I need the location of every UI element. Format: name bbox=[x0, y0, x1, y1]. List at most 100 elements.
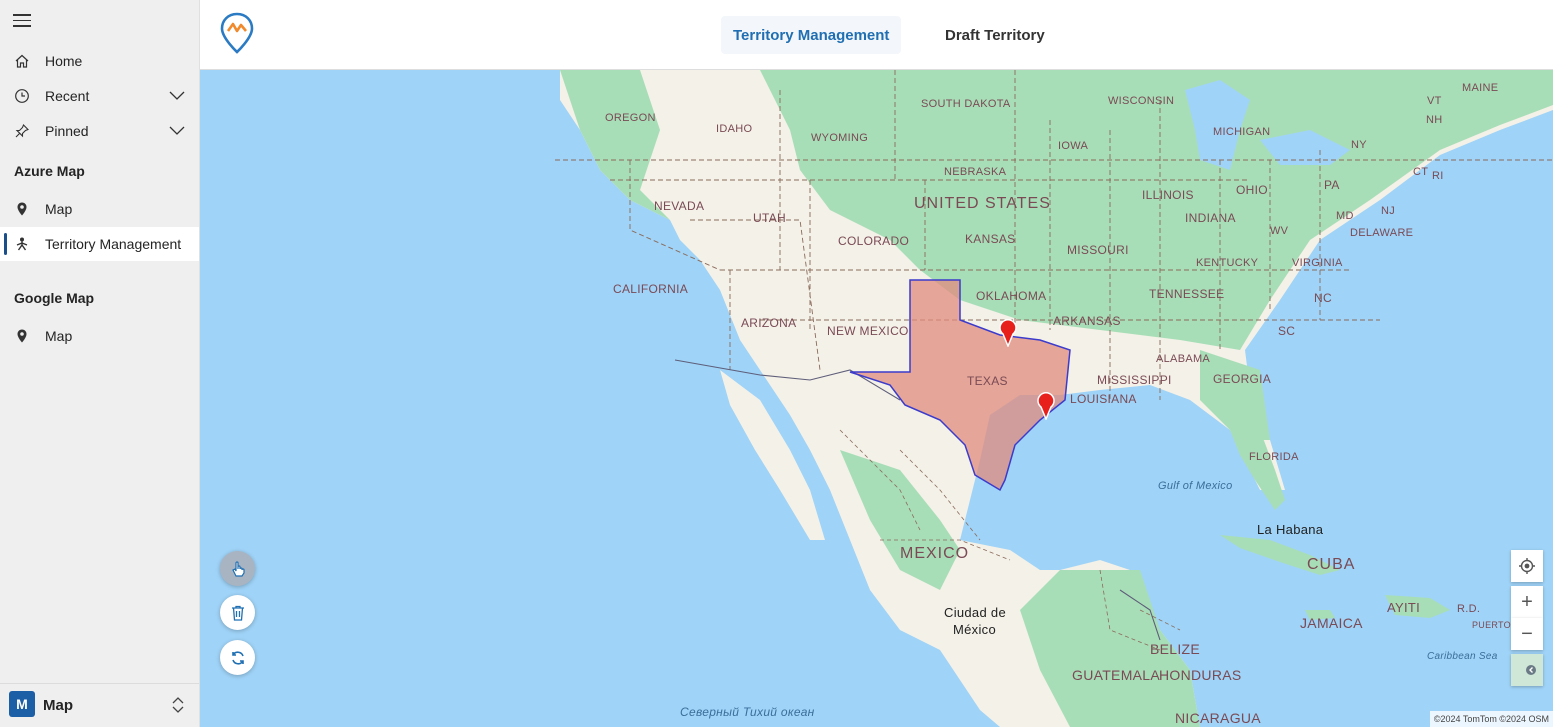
country-label-cuba: CUBA bbox=[1307, 556, 1356, 573]
map-label: VT bbox=[1427, 95, 1442, 107]
sidebar-item-pinned[interactable]: Pinned bbox=[0, 114, 199, 148]
hamburger-menu-icon[interactable] bbox=[13, 14, 31, 28]
map-label: NY bbox=[1351, 139, 1367, 151]
map-label: NEBRASKA bbox=[944, 166, 1007, 178]
app-name: Map bbox=[43, 697, 73, 714]
sidebar-item-label: Pinned bbox=[45, 123, 89, 139]
sidebar-item-azure-map[interactable]: Map bbox=[0, 192, 199, 226]
app-logo-icon bbox=[220, 12, 254, 54]
delete-button[interactable] bbox=[220, 595, 255, 630]
sidebar-item-recent[interactable]: Recent bbox=[0, 79, 199, 113]
map-label: CT bbox=[1413, 166, 1429, 178]
territory-icon bbox=[16, 237, 28, 251]
sidebar-item-label: Home bbox=[45, 53, 83, 69]
water-label: Caribbean Sea bbox=[1427, 651, 1498, 662]
chevron-down-icon[interactable] bbox=[169, 124, 185, 136]
map-label: GEORGIA bbox=[1213, 372, 1272, 386]
map-label: IDAHO bbox=[716, 123, 753, 135]
water-label: Северный Тихий океан bbox=[680, 705, 815, 719]
sidebar: Home Recent Pinned Azure Map Map Territo… bbox=[0, 0, 200, 727]
map-canvas[interactable]: OREGON IDAHO WYOMING SOUTH DAKOTA WISCON… bbox=[200, 70, 1553, 727]
map-label: NH bbox=[1426, 114, 1443, 126]
map-label: WYOMING bbox=[811, 132, 869, 144]
map-label: NEVADA bbox=[654, 199, 705, 213]
map-label: KENTUCKY bbox=[1196, 257, 1259, 269]
map-label: ARIZONA bbox=[741, 316, 797, 330]
pan-tool-button[interactable] bbox=[220, 551, 255, 586]
map-label: BELIZE bbox=[1150, 641, 1201, 657]
map-style-button[interactable] bbox=[1511, 654, 1543, 686]
location-target-icon bbox=[1519, 558, 1535, 574]
my-location-button[interactable] bbox=[1511, 550, 1543, 582]
pin-icon bbox=[15, 124, 29, 138]
country-label-mexico: MEXICO bbox=[900, 545, 970, 562]
sidebar-item-label: Recent bbox=[45, 88, 90, 104]
city-label: La Habana bbox=[1257, 522, 1324, 537]
map-label: NC bbox=[1314, 291, 1332, 305]
map-label: OKLAHOMA bbox=[976, 289, 1047, 303]
map-label: ILLINOIS bbox=[1142, 188, 1194, 202]
map-label: TENNESSEE bbox=[1149, 287, 1225, 301]
map-label: OREGON bbox=[605, 112, 656, 124]
sidebar-item-home[interactable]: Home bbox=[0, 44, 199, 78]
map-label: IOWA bbox=[1058, 140, 1089, 152]
map-marker-icon bbox=[17, 202, 27, 216]
map-label: UTAH bbox=[753, 211, 786, 225]
sidebar-item-territory-management[interactable]: Territory Management bbox=[0, 227, 199, 261]
map-label: SOUTH DAKOTA bbox=[921, 98, 1011, 110]
map-label: GUATEMALA bbox=[1072, 667, 1161, 683]
water-label: Gulf of Mexico bbox=[1158, 480, 1233, 492]
map-label: NEW MEXICO bbox=[827, 324, 909, 338]
zoom-out-button[interactable]: − bbox=[1511, 618, 1543, 650]
map-label-texas: TEXAS bbox=[967, 374, 1008, 388]
map-label: CALIFORNIA bbox=[613, 282, 689, 296]
style-picker-icon bbox=[1526, 665, 1536, 675]
sidebar-item-google-map[interactable]: Map bbox=[0, 319, 199, 353]
sidebar-item-label: Territory Management bbox=[45, 236, 182, 252]
hand-pointer-icon bbox=[231, 560, 245, 577]
clock-icon bbox=[15, 89, 29, 103]
minus-icon: − bbox=[1521, 622, 1533, 645]
map-label: MICHIGAN bbox=[1213, 126, 1271, 138]
map-label: INDIANA bbox=[1185, 211, 1236, 225]
map-label: ALABAMA bbox=[1156, 353, 1211, 365]
map-pin-icon[interactable] bbox=[1036, 392, 1056, 420]
country-label-us: UNITED STATES bbox=[914, 195, 1051, 212]
city-label: Ciudad de bbox=[944, 605, 1006, 620]
refresh-icon bbox=[231, 650, 244, 665]
map-label: R.D. bbox=[1457, 603, 1481, 615]
map-attribution: ©2024 TomTom ©2024 OSM bbox=[1429, 711, 1553, 727]
tab-territory-management[interactable]: Territory Management bbox=[721, 16, 902, 54]
map-label: NJ bbox=[1381, 205, 1396, 217]
map-label: PA bbox=[1324, 178, 1340, 192]
city-label: México bbox=[953, 622, 996, 637]
sidebar-item-label: Map bbox=[45, 201, 73, 217]
map-label: MISSOURI bbox=[1067, 243, 1129, 257]
map-label: FLORIDA bbox=[1249, 451, 1299, 463]
map-label: WV bbox=[1270, 225, 1289, 237]
map-label: ARKANSAS bbox=[1053, 314, 1121, 328]
map-label: NICARAGUA bbox=[1175, 710, 1261, 726]
plus-icon: + bbox=[1521, 590, 1533, 613]
app-switcher[interactable]: M Map bbox=[0, 683, 199, 727]
zoom-in-button[interactable]: + bbox=[1511, 586, 1543, 618]
app-avatar: M bbox=[9, 691, 35, 717]
chevron-down-icon[interactable] bbox=[169, 89, 185, 101]
top-header: Territory Management Draft Territory bbox=[200, 0, 1553, 70]
map-label: JAMAICA bbox=[1300, 615, 1363, 631]
map-pin-icon[interactable] bbox=[998, 319, 1018, 347]
trash-icon bbox=[231, 605, 244, 621]
map-label: AYITI bbox=[1387, 600, 1421, 615]
refresh-button[interactable] bbox=[220, 640, 255, 675]
map-label: WISCONSIN bbox=[1108, 95, 1175, 107]
section-title-google-map: Google Map bbox=[14, 290, 95, 306]
home-icon bbox=[15, 54, 29, 68]
chevron-up-down-icon bbox=[172, 697, 184, 713]
map-label: HONDURAS bbox=[1159, 667, 1242, 683]
tab-draft-territory[interactable]: Draft Territory bbox=[933, 16, 1057, 54]
sidebar-item-label: Map bbox=[45, 328, 73, 344]
section-title-azure-map: Azure Map bbox=[14, 163, 85, 179]
map-marker-icon bbox=[17, 329, 27, 343]
map-label: RI bbox=[1432, 170, 1444, 182]
map-label: OHIO bbox=[1236, 183, 1268, 197]
